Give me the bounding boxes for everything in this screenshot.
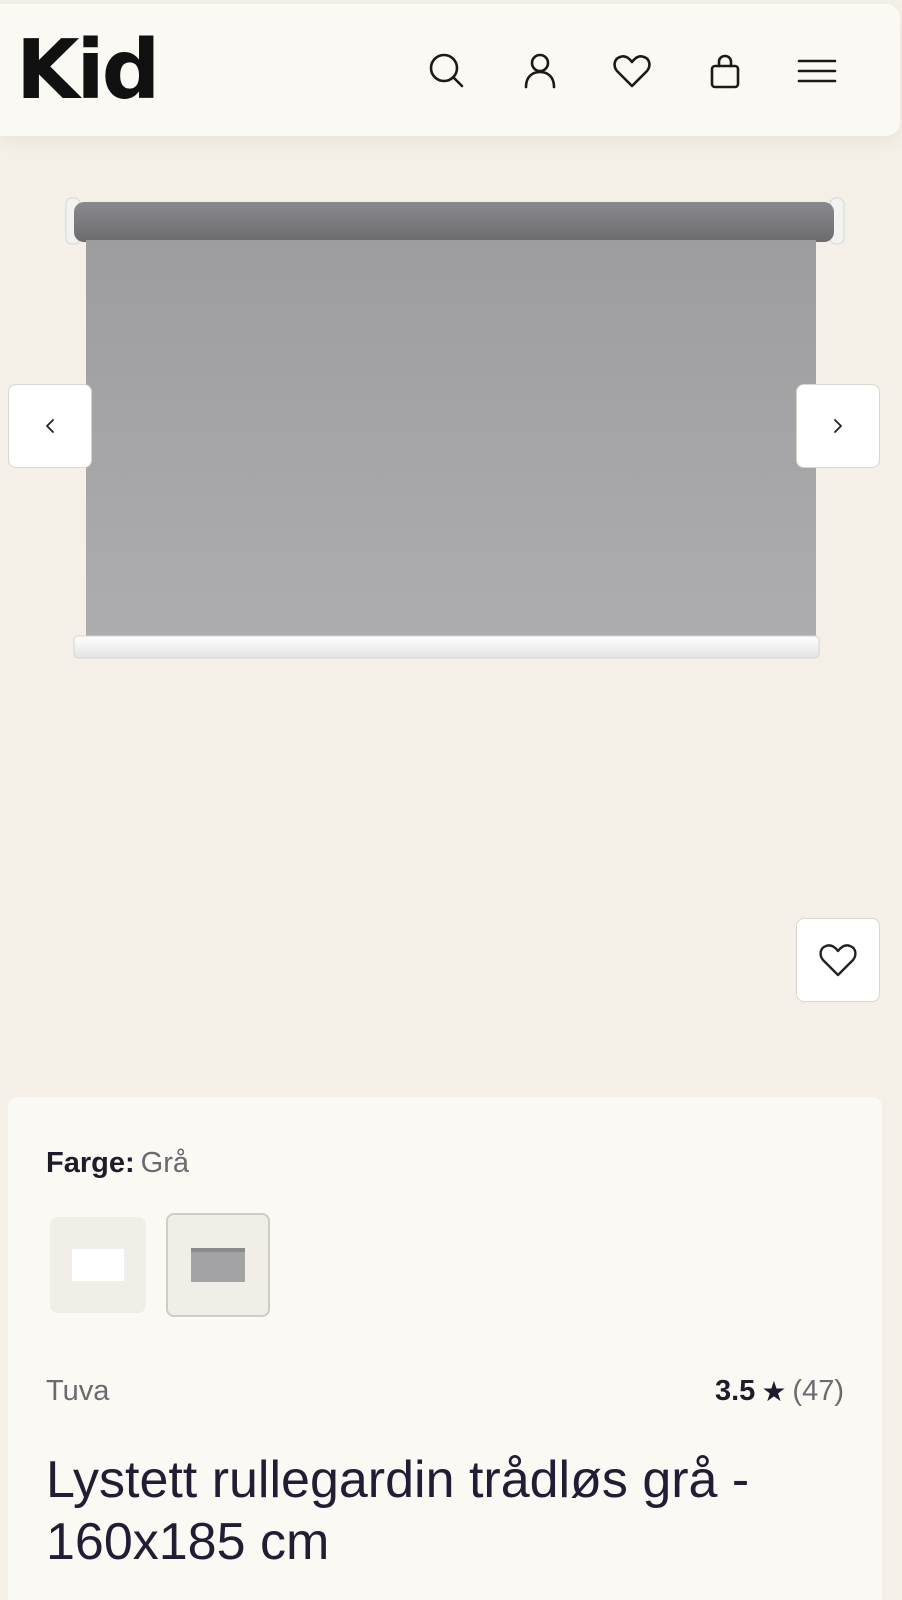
heart-icon [819,944,857,977]
color-label: Farge: [46,1147,135,1179]
previous-image-button[interactable] [8,384,92,468]
product-page: Kid Farge: Grå Tuva 3.5 ★ (47) Lystett r… [0,0,902,1600]
star-icon: ★ [761,1376,787,1407]
color-swatch-white[interactable] [50,1217,146,1313]
product-rating[interactable]: 3.5 ★ (47) [715,1375,844,1408]
account-icon[interactable] [515,46,565,96]
swatch-thumbnail-grey [191,1248,245,1282]
bag-icon[interactable] [700,46,750,96]
chevron-left-icon [46,419,54,433]
color-value: Grå [140,1147,189,1179]
brand-name[interactable]: Tuva [46,1375,109,1408]
wishlist-icon[interactable] [607,46,657,96]
product-info-card: Farge: Grå Tuva 3.5 ★ (47) Lystett rulleg… [8,1097,882,1600]
menu-icon[interactable] [792,46,842,96]
color-swatch-grey[interactable] [166,1213,270,1317]
next-image-button[interactable] [796,384,880,468]
chevron-right-icon [834,419,842,433]
product-image-roller-blind [65,197,845,659]
color-selection-label: Farge: Grå [46,1147,189,1180]
search-icon[interactable] [422,46,472,96]
review-count: (47) [792,1375,844,1407]
kid-logo[interactable]: Kid [16,30,160,112]
swatch-thumbnail-white [71,1248,125,1282]
site-header: Kid [0,4,900,136]
rating-value: 3.5 [714,1375,756,1407]
product-title: Lystett rullegardin trådløs grå - 160x18… [46,1451,750,1571]
product-image-gallery [0,140,902,1090]
add-to-favorites-button[interactable] [796,918,880,1002]
